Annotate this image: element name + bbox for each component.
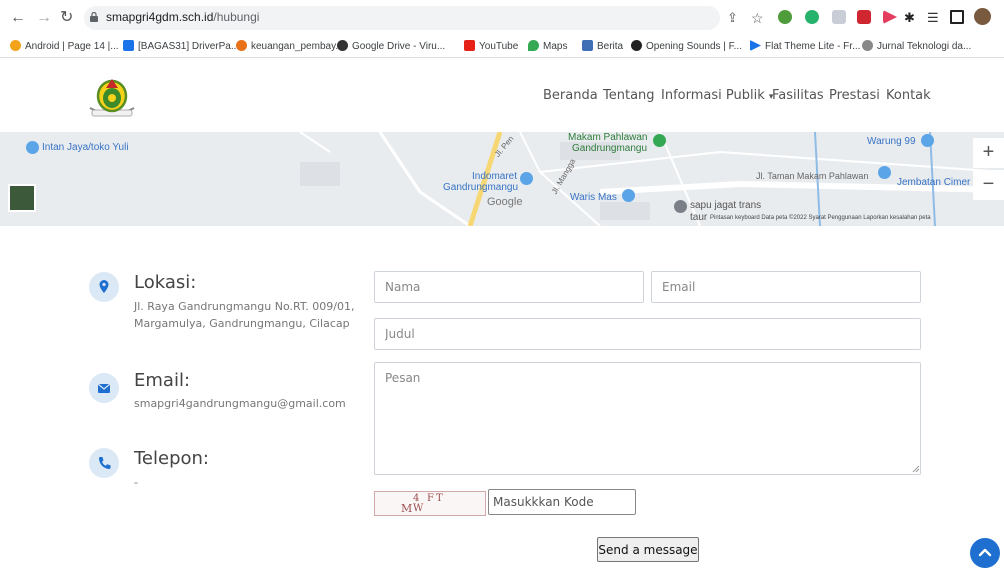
nav-kontak[interactable]: Kontak	[886, 88, 931, 103]
bookmark-favicon-icon	[236, 40, 247, 51]
captcha-char: M	[401, 502, 413, 515]
phone-title: Telepon:	[134, 448, 209, 469]
bookmark-youtube[interactable]: YouTube	[464, 40, 518, 52]
map-pin-icon[interactable]	[26, 141, 39, 154]
chevron-up-icon	[978, 548, 992, 557]
location-address-line-2: Margamulya, Gandrungmangu, Cilacap	[134, 317, 350, 330]
zoom-in-button[interactable]: +	[973, 138, 1004, 168]
map-label-indomaret-2: Gandrungmangu	[443, 182, 519, 193]
extension-leaf-icon[interactable]	[778, 10, 792, 24]
share-icon[interactable]: ⇪	[727, 8, 738, 28]
map-pin-icon[interactable]	[653, 134, 666, 147]
url-text: smapgri4gdm.sch.id/hubungi	[106, 10, 260, 24]
profile-avatar[interactable]	[974, 8, 991, 25]
nav-tentang[interactable]: Tentang	[603, 88, 655, 103]
nav-fasilitas[interactable]: Fasilitas	[772, 88, 824, 103]
bookmark-opening-sounds[interactable]: Opening Sounds | F...	[631, 40, 742, 52]
map-label-warung: Warung 99	[867, 136, 916, 147]
bookmark-maps[interactable]: Maps	[528, 40, 567, 52]
google-logo[interactable]: Google	[487, 196, 522, 208]
message-textarea[interactable]	[374, 362, 921, 475]
phone-icon-circle	[89, 448, 119, 478]
bookmark-flat-theme[interactable]: Flat Theme Lite - Fr...	[750, 40, 860, 52]
map-label-sapu-2: taur	[690, 212, 708, 223]
nav-informasi-publik[interactable]: Informasi Publik ▾	[661, 88, 773, 103]
bookmark-favicon-icon	[631, 40, 642, 51]
bookmark-favicon-icon	[862, 40, 873, 51]
embedded-map[interactable]: Intan Jaya/toko Yuli Jl. Pen Makam Pahla…	[0, 132, 1004, 226]
reload-icon[interactable]: ↻	[60, 8, 73, 28]
bookmark-keuangan[interactable]: keuangan_pembay...	[236, 40, 344, 52]
nav-informasi-publik-label: Informasi Publik	[661, 88, 765, 103]
map-marker-icon	[99, 280, 109, 293]
bookmark-flag-icon	[750, 40, 761, 51]
back-arrow-icon[interactable]: ←	[10, 8, 26, 28]
map-label-intan: Intan Jaya/toko Yuli	[42, 142, 129, 153]
map-label-jl-taman: Jl. Taman Makam Pahlawan	[756, 171, 869, 181]
map-label-jembatan: Jembatan Cimer	[897, 177, 971, 188]
map-label-indomaret-1: Indomaret	[472, 171, 518, 182]
bookmark-doc-icon	[123, 40, 134, 51]
captcha-char: W	[413, 503, 424, 514]
map-pin-icon[interactable]	[622, 189, 635, 202]
map-pin-icon[interactable]	[878, 166, 891, 179]
back-to-top-button[interactable]	[970, 538, 1000, 568]
bookmark-android[interactable]: Android | Page 14 |...	[10, 40, 119, 52]
map-label-sapu-1: sapu jagat trans	[690, 200, 762, 211]
resize-handle-icon[interactable]	[912, 465, 920, 473]
bookmark-star-icon[interactable]: ☆	[751, 8, 764, 28]
bookmark-jurnal[interactable]: Jurnal Teknologi da...	[862, 40, 971, 52]
captcha-char: T	[436, 493, 443, 504]
map-pin-icon[interactable]	[921, 134, 934, 147]
email-input[interactable]	[651, 271, 921, 303]
location-title: Lokasi:	[134, 272, 197, 293]
extension-doc-icon[interactable]	[832, 10, 846, 24]
lock-icon[interactable]	[90, 12, 98, 22]
forward-arrow-icon[interactable]: →	[36, 8, 52, 28]
email-value[interactable]: smapgri4gandrungmangu@gmail.com	[134, 396, 346, 412]
bookmark-google-drive[interactable]: Google Drive - Viru...	[337, 40, 445, 52]
youtube-icon	[464, 40, 475, 51]
map-label-makam-2: Gandrungmangu	[572, 143, 648, 154]
satellite-toggle[interactable]	[8, 184, 36, 212]
send-message-button[interactable]: Send a message	[597, 537, 699, 562]
phone-icon	[99, 457, 111, 469]
nav-beranda[interactable]: Beranda	[543, 88, 598, 103]
location-address-line-1: Jl. Raya Gandrungmangu No.RT. 009/01,	[134, 300, 355, 313]
nav-prestasi[interactable]: Prestasi	[829, 88, 880, 103]
email-title: Email:	[134, 370, 191, 391]
extensions-puzzle-icon[interactable]: ✱	[904, 8, 915, 28]
name-input[interactable]	[374, 271, 644, 303]
bookmark-favicon-icon	[10, 40, 21, 51]
email-icon-circle	[89, 373, 119, 403]
captcha-image: M 4 W F T	[374, 491, 486, 516]
zoom-out-button[interactable]: −	[973, 170, 1004, 200]
bookmark-globe-icon	[337, 40, 348, 51]
map-pin-icon[interactable]	[520, 172, 533, 185]
reading-list-icon[interactable]: ☰	[927, 8, 939, 28]
captcha-char: F	[427, 493, 434, 504]
envelope-icon	[97, 383, 111, 393]
location-icon-circle	[89, 272, 119, 302]
bookmark-berita[interactable]: Berita	[582, 40, 623, 52]
phone-value: -	[134, 476, 138, 489]
maps-pin-icon	[528, 40, 539, 51]
side-panel-icon[interactable]	[950, 10, 964, 24]
map-label-makam-1: Makam Pahlawan	[568, 132, 648, 143]
extension-g-icon[interactable]	[805, 10, 819, 24]
bookmark-bagas31[interactable]: [BAGAS31] DriverPa...	[123, 40, 239, 52]
school-logo[interactable]	[84, 74, 140, 120]
map-label-waris-mas: Waris Mas	[570, 192, 617, 203]
news-icon	[582, 40, 593, 51]
captcha-code-input[interactable]	[488, 489, 636, 515]
map-footer-links[interactable]: Pintasan keyboard Data peta ©2022 Syarat…	[710, 215, 931, 221]
subject-input[interactable]	[374, 318, 921, 350]
extension-red-icon[interactable]	[857, 10, 871, 24]
map-pin-icon[interactable]	[674, 200, 687, 213]
